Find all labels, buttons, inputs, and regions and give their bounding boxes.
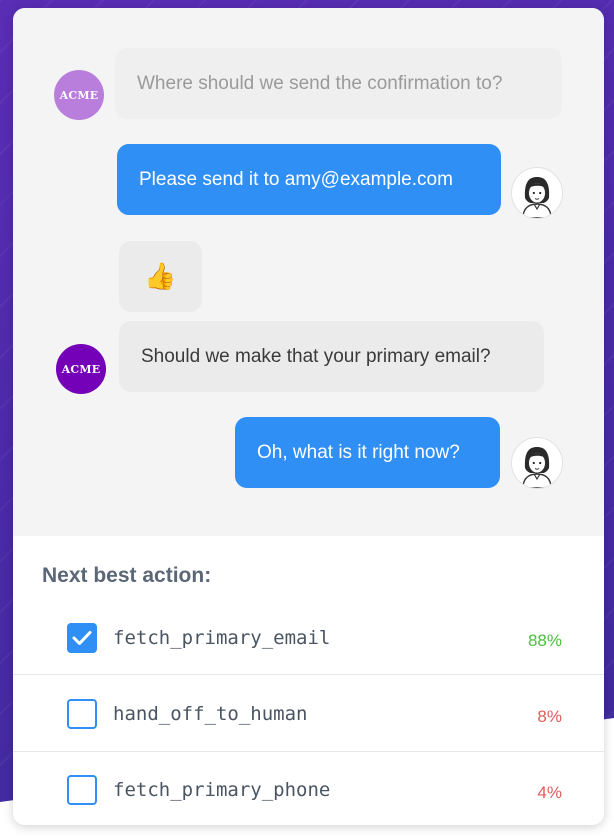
user-message-text: Oh, what is it right now? — [257, 441, 460, 463]
action-percent: 4% — [537, 783, 562, 802]
thumbs-up-icon: 👍 — [144, 261, 177, 292]
chat-transcript: ACME Where should we send the confirmati… — [13, 8, 604, 536]
action-checkbox[interactable] — [67, 623, 97, 653]
bot-emoji-message: 👍 — [119, 241, 202, 312]
user-message-text: Please send it to amy@example.com — [139, 168, 453, 190]
user-message: Oh, what is it right now? — [235, 417, 500, 488]
bot-message: Where should we send the confirmation to… — [115, 48, 562, 119]
user-avatar-icon — [511, 167, 563, 219]
acme-avatar-label: ACME — [61, 362, 101, 376]
bot-message: Should we make that your primary email? — [119, 321, 544, 392]
assistant-card: ACME Where should we send the confirmati… — [13, 8, 604, 825]
user-message: Please send it to amy@example.com — [117, 144, 501, 215]
acme-avatar-label: ACME — [59, 88, 99, 102]
bot-message-text: Should we make that your primary email? — [141, 345, 491, 367]
acme-avatar: ACME — [54, 70, 104, 120]
action-row[interactable]: fetch_primary_email 88% — [13, 598, 604, 675]
check-icon — [72, 631, 92, 645]
action-row[interactable]: hand_off_to_human 8% — [13, 674, 604, 751]
action-label: hand_off_to_human — [113, 703, 308, 725]
action-label: fetch_primary_phone — [113, 779, 331, 801]
bot-message-text: Where should we send the confirmation to… — [137, 72, 503, 94]
action-checkbox[interactable] — [67, 775, 97, 805]
acme-avatar: ACME — [56, 344, 106, 394]
action-percent: 8% — [537, 707, 562, 726]
actions-title: Next best action: — [42, 564, 212, 587]
action-label: fetch_primary_email — [113, 627, 331, 649]
next-best-action-panel: Next best action: fetch_primary_email 88… — [13, 536, 604, 825]
user-avatar-icon — [511, 437, 563, 489]
action-row[interactable]: fetch_primary_phone 4% — [13, 751, 604, 825]
action-checkbox[interactable] — [67, 699, 97, 729]
action-percent: 88% — [527, 631, 562, 650]
